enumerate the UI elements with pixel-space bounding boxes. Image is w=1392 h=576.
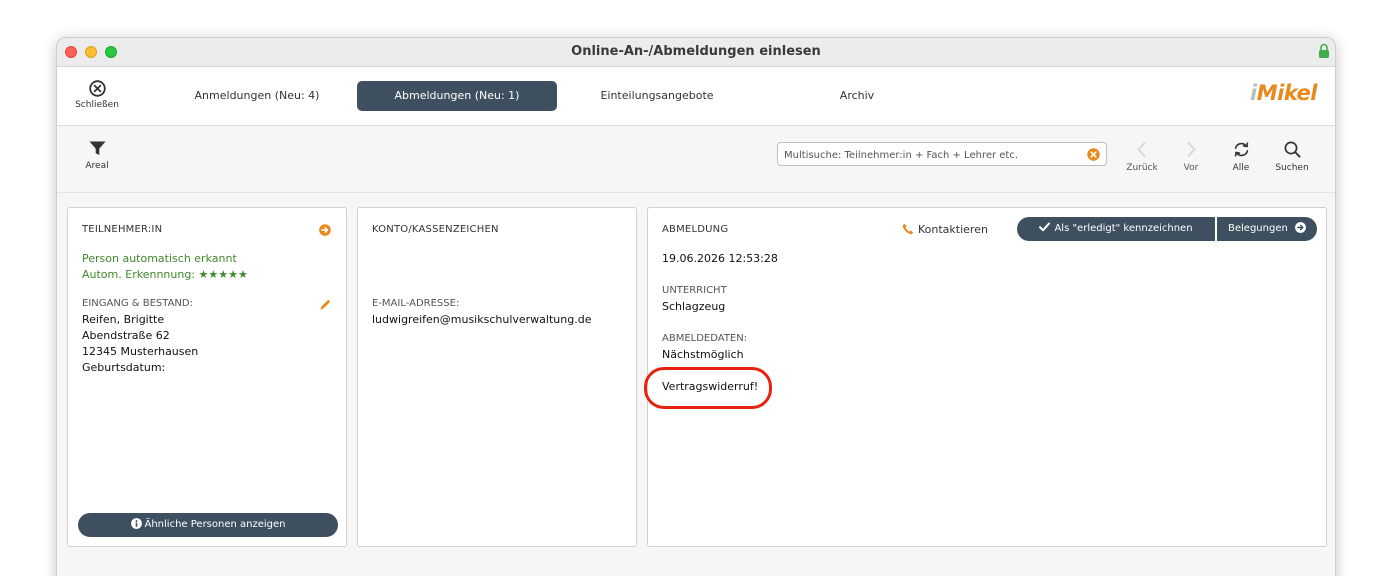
toolbar: Areal Zurück Vor — [57, 127, 1335, 193]
email-label: E-MAIL-ADRESSE: — [372, 298, 460, 309]
back-button[interactable]: Zurück — [1123, 141, 1161, 173]
tab-einteilungsangebote[interactable]: Einteilungsangebote — [577, 81, 737, 111]
search-button[interactable]: Suchen — [1271, 141, 1313, 173]
imikel-logo: iMikel — [1250, 81, 1317, 105]
filter-label: Areal — [85, 161, 109, 171]
forward-label: Vor — [1183, 163, 1199, 173]
search-label: Suchen — [1275, 163, 1309, 173]
tab-abmeldungen[interactable]: Abmeldungen (Neu: 1) — [357, 81, 557, 111]
contact-label: Kontaktieren — [918, 223, 988, 236]
participant-name: Reifen, Brigitte — [82, 313, 165, 326]
birthdate-label: Geburtsdatum: — [82, 361, 166, 374]
participant-header: TEILNEHMER:IN — [82, 224, 163, 235]
bookings-label: Belegungen — [1228, 223, 1288, 234]
close-button[interactable]: Schließen — [71, 80, 123, 110]
participant-panel: TEILNEHMER:IN Person automatisch erkannt… — [67, 207, 347, 547]
close-label: Schließen — [75, 100, 119, 110]
forward-button[interactable]: Vor — [1175, 141, 1207, 173]
cancellation-header: ABMELDUNG — [662, 224, 729, 235]
search-icon — [1284, 141, 1301, 158]
bookings-button[interactable]: Belegungen — [1217, 217, 1317, 241]
info-icon — [130, 518, 142, 529]
arrow-right-circle-icon[interactable] — [319, 224, 331, 236]
multisearch-input[interactable] — [778, 144, 1078, 167]
tab-archiv[interactable]: Archiv — [797, 81, 917, 111]
refresh-icon — [1234, 142, 1248, 157]
account-header: KONTO/KASSENZEICHEN — [372, 224, 499, 235]
all-label: Alle — [1232, 163, 1250, 173]
multisearch-field[interactable] — [777, 142, 1107, 167]
mark-done-button[interactable]: Als "erledigt" kennzeichnen — [1017, 217, 1215, 241]
similar-persons-button[interactable]: Ähnliche Personen anzeigen — [78, 513, 338, 537]
cancellation-datetime: 19.06.2026 12:53:28 — [662, 252, 778, 265]
cancellation-panel: ABMELDUNG Kontaktieren Als "erledigt" ke… — [644, 207, 1327, 547]
intake-label: EINGANG & BESTAND: — [82, 298, 193, 309]
tab-bar: Schließen Anmeldungen (Neu: 4) Abmeldung… — [57, 67, 1335, 126]
window-title: Online-An-/Abmeldungen einlesen — [571, 44, 821, 59]
chevron-right-icon — [1187, 142, 1196, 157]
pencil-icon[interactable] — [319, 298, 332, 311]
arrow-right-circle-icon — [1295, 222, 1306, 233]
email-value: ludwigreifen@musikschulverwaltung.de — [372, 313, 592, 326]
recognized-text: Person automatisch erkannt — [82, 252, 237, 265]
lock-icon — [1319, 43, 1329, 58]
account-panel: KONTO/KASSENZEICHEN E-MAIL-ADRESSE: ludw… — [357, 207, 637, 547]
app-window: Online-An-/Abmeldungen einlesen Schließe… — [56, 37, 1336, 576]
participant-street: Abendstraße 62 — [82, 329, 170, 342]
filter-button[interactable]: Areal — [79, 141, 115, 171]
tab-anmeldungen[interactable]: Anmeldungen (Neu: 4) — [177, 81, 337, 111]
clear-search-icon[interactable] — [1087, 148, 1100, 161]
contact-button[interactable]: Kontaktieren — [902, 223, 988, 236]
cancellation-note: Vertragswiderruf! — [662, 380, 759, 393]
close-circle-icon — [88, 80, 106, 97]
lesson-label: UNTERRICHT — [662, 285, 727, 296]
chevron-left-icon — [1137, 142, 1146, 157]
recognition-rating: Autom. Erkennnung: ★★★★★ — [82, 268, 248, 281]
cancellation-dates-label: ABMELDEDATEN: — [662, 333, 748, 344]
mark-done-label: Als "erledigt" kennzeichnen — [1054, 223, 1193, 234]
similar-persons-label: Ähnliche Personen anzeigen — [144, 519, 286, 530]
phone-icon — [902, 223, 914, 235]
all-button[interactable]: Alle — [1225, 141, 1257, 173]
check-icon — [1039, 222, 1051, 232]
cancellation-dates-value: Nächstmöglich — [662, 348, 744, 361]
lesson-value: Schlagzeug — [662, 300, 726, 313]
back-label: Zurück — [1126, 163, 1158, 173]
participant-city: 12345 Musterhausen — [82, 345, 199, 358]
title-bar: Online-An-/Abmeldungen einlesen — [57, 38, 1335, 67]
filter-icon — [89, 141, 105, 155]
